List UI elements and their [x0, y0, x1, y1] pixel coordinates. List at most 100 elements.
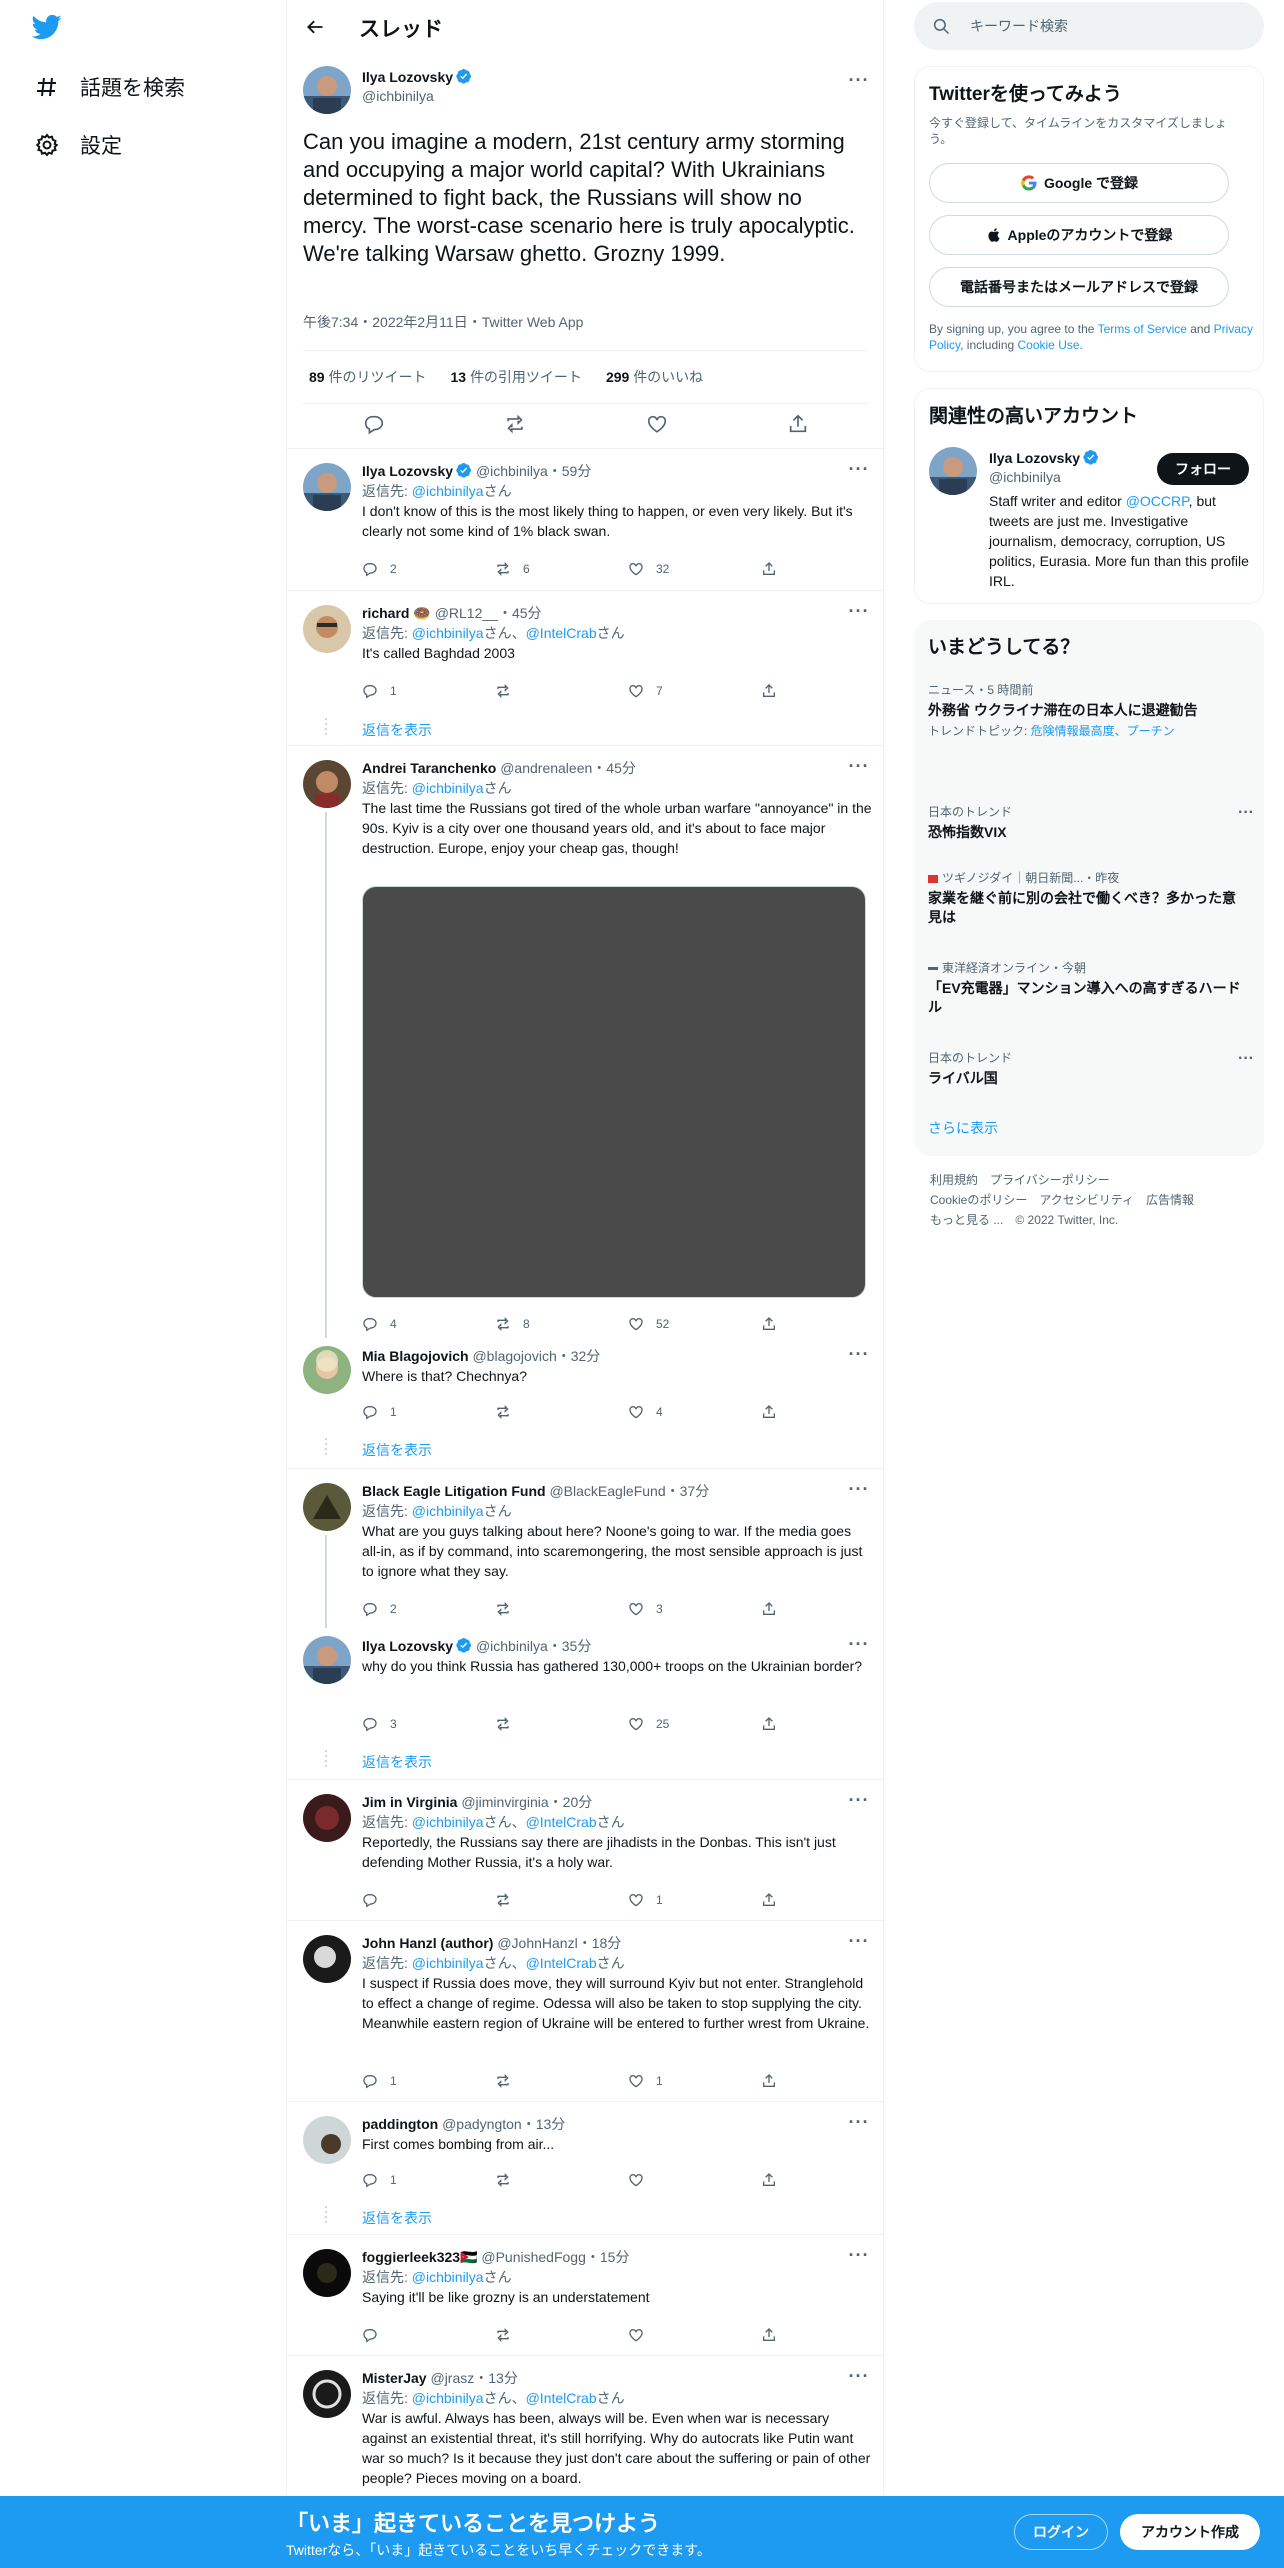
retweet-button[interactable]: [495, 2070, 628, 2092]
reply-button[interactable]: 2: [362, 1598, 495, 1620]
reply-tweet[interactable]: MisterJay @jrasz・13分 ··· 返信先: @ichbinily…: [287, 2356, 885, 2496]
retweet-button[interactable]: [495, 1598, 628, 1620]
reply-to-link[interactable]: @IntelCrab: [526, 1955, 597, 1971]
more-options-icon[interactable]: ···: [847, 2245, 871, 2265]
trend-item[interactable]: 日本のトレンド ライバル国 ···: [928, 1050, 1254, 1088]
reply-tweet[interactable]: richard 🍩 @RL12__・45分 ··· 返信先: @ichbinil…: [287, 591, 885, 746]
more-options-icon[interactable]: ···: [847, 2112, 871, 2132]
search-box[interactable]: キーワード検索: [914, 2, 1264, 50]
trend-item[interactable]: 日本のトレンド 恐怖指数VIX ···: [928, 804, 1254, 842]
reply-to-link[interactable]: @IntelCrab: [526, 2390, 597, 2406]
footer-accessibility-link[interactable]: アクセシビリティ: [1039, 1193, 1134, 1207]
occrp-link[interactable]: @OCCRP: [1126, 493, 1189, 509]
avatar[interactable]: [303, 2249, 351, 2297]
reply-icon[interactable]: [363, 413, 385, 440]
follow-button[interactable]: フォロー: [1157, 453, 1249, 485]
retweet-button[interactable]: [495, 1401, 628, 1423]
reply-tweet[interactable]: Ilya Lozovsky @ichbinilya・35分 ··· why do…: [287, 1628, 885, 1780]
reply-to-link[interactable]: @ichbinilya: [412, 483, 484, 499]
share-button[interactable]: [761, 2070, 789, 2092]
reply-to-link[interactable]: @ichbinilya: [412, 625, 484, 641]
search-input[interactable]: キーワード検索: [970, 16, 1068, 36]
like-button[interactable]: 4: [628, 1401, 761, 1423]
tweet-media-image[interactable]: [362, 886, 866, 1298]
more-options-icon[interactable]: ···: [847, 1634, 871, 1654]
more-options-icon[interactable]: ···: [847, 2366, 871, 2386]
reply-tweet[interactable]: John Hanzl (author) @JohnHanzl・18分 ··· 返…: [287, 1921, 885, 2102]
relevant-user-name[interactable]: Ilya Lozovsky: [989, 449, 1099, 466]
more-options-icon[interactable]: ···: [1238, 804, 1254, 822]
back-arrow-icon[interactable]: [301, 13, 329, 41]
show-replies-link[interactable]: 返信を表示: [362, 1440, 432, 1460]
twitter-logo-icon[interactable]: [30, 12, 66, 48]
terms-of-service-link[interactable]: Terms of Service: [1098, 322, 1187, 336]
trend-topic-link[interactable]: 危険情報最高度、プーチン: [1031, 724, 1175, 738]
like-button[interactable]: [628, 2169, 761, 2191]
avatar[interactable]: [303, 66, 351, 114]
reply-to-link[interactable]: @ichbinilya: [412, 2269, 484, 2285]
reply-tweet[interactable]: Jim in Virginia @jiminvirginia・20分 ··· 返…: [287, 1780, 885, 1921]
reply-tweet[interactable]: Andrei Taranchenko @andrenaleen・45分 ··· …: [287, 746, 885, 1338]
like-icon[interactable]: [646, 413, 668, 440]
reply-button[interactable]: 1: [362, 2169, 495, 2191]
share-button[interactable]: [761, 1598, 789, 1620]
share-icon[interactable]: [787, 413, 809, 440]
reply-to-link[interactable]: @ichbinilya: [412, 1814, 484, 1830]
more-options-icon[interactable]: ···: [847, 601, 871, 621]
reply-button[interactable]: 1: [362, 1401, 495, 1423]
more-options-icon[interactable]: ···: [847, 1790, 871, 1810]
like-button[interactable]: 1: [628, 1889, 761, 1911]
retweet-icon[interactable]: [504, 413, 526, 440]
more-options-icon[interactable]: ···: [847, 459, 871, 479]
author-name[interactable]: Ilya Lozovsky: [362, 68, 472, 85]
share-button[interactable]: [761, 558, 789, 580]
show-replies-link[interactable]: 返信を表示: [362, 2208, 432, 2228]
retweet-button[interactable]: [495, 1713, 628, 1735]
avatar[interactable]: [303, 605, 351, 653]
google-signup-button[interactable]: Google で登録: [929, 163, 1229, 203]
quotes-stat[interactable]: 13 件の引用ツイート: [450, 367, 581, 387]
trend-item[interactable]: ニュース・5 時間前 外務省 ウクライナ滞在の日本人に退避勧告 トレンドトピック…: [928, 682, 1248, 739]
more-options-icon[interactable]: ···: [847, 1344, 871, 1364]
cookie-use-link[interactable]: Cookie Use: [1018, 338, 1080, 352]
retweet-button[interactable]: [495, 2324, 628, 2346]
avatar[interactable]: [929, 447, 977, 495]
footer-privacy-link[interactable]: プライバシーポリシー: [990, 1173, 1110, 1187]
relevant-user-handle[interactable]: @ichbinilya: [989, 469, 1061, 485]
retweet-button[interactable]: 6: [495, 558, 628, 580]
more-options-icon[interactable]: ···: [847, 756, 871, 776]
show-replies-link[interactable]: 返信を表示: [362, 1752, 432, 1772]
show-replies-link[interactable]: 返信を表示: [362, 720, 432, 740]
more-options-icon[interactable]: ···: [847, 1479, 871, 1499]
more-options-icon[interactable]: ···: [847, 1931, 871, 1951]
like-button[interactable]: 7: [628, 680, 761, 702]
like-button[interactable]: 32: [628, 558, 761, 580]
apple-signup-button[interactable]: Appleのアカウントで登録: [929, 215, 1229, 255]
avatar[interactable]: [303, 1794, 351, 1842]
avatar[interactable]: [303, 1483, 351, 1531]
avatar[interactable]: [303, 2370, 351, 2418]
retweet-button[interactable]: [495, 680, 628, 702]
avatar[interactable]: [303, 760, 351, 808]
reply-tweet[interactable]: Black Eagle Litigation Fund @BlackEagleF…: [287, 1469, 885, 1628]
nav-settings[interactable]: 設定: [34, 125, 122, 165]
avatar[interactable]: [303, 2116, 351, 2164]
like-button[interactable]: [628, 2324, 761, 2346]
tweet-timestamp[interactable]: 午後7:34・2022年2月11日・Twitter Web App: [303, 312, 583, 332]
footer-terms-link[interactable]: 利用規約: [930, 1173, 978, 1187]
reply-button[interactable]: 3: [362, 1713, 495, 1735]
reply-to-link[interactable]: @ichbinilya: [412, 1955, 484, 1971]
show-more-link[interactable]: さらに表示: [928, 1118, 998, 1138]
retweet-button[interactable]: [495, 2169, 628, 2191]
reply-tweet[interactable]: paddington @padyngton・13分 ··· First come…: [287, 2102, 885, 2235]
reply-button[interactable]: 2: [362, 558, 495, 580]
author-handle[interactable]: @ichbinilya: [362, 88, 434, 104]
reply-button[interactable]: 1: [362, 680, 495, 702]
nav-explore[interactable]: 話題を検索: [34, 67, 185, 107]
share-button[interactable]: [761, 680, 789, 702]
like-button[interactable]: 25: [628, 1713, 761, 1735]
retweet-button[interactable]: [495, 1889, 628, 1911]
like-button[interactable]: 1: [628, 2070, 761, 2092]
reply-button[interactable]: [362, 1889, 495, 1911]
avatar[interactable]: [303, 1636, 351, 1684]
